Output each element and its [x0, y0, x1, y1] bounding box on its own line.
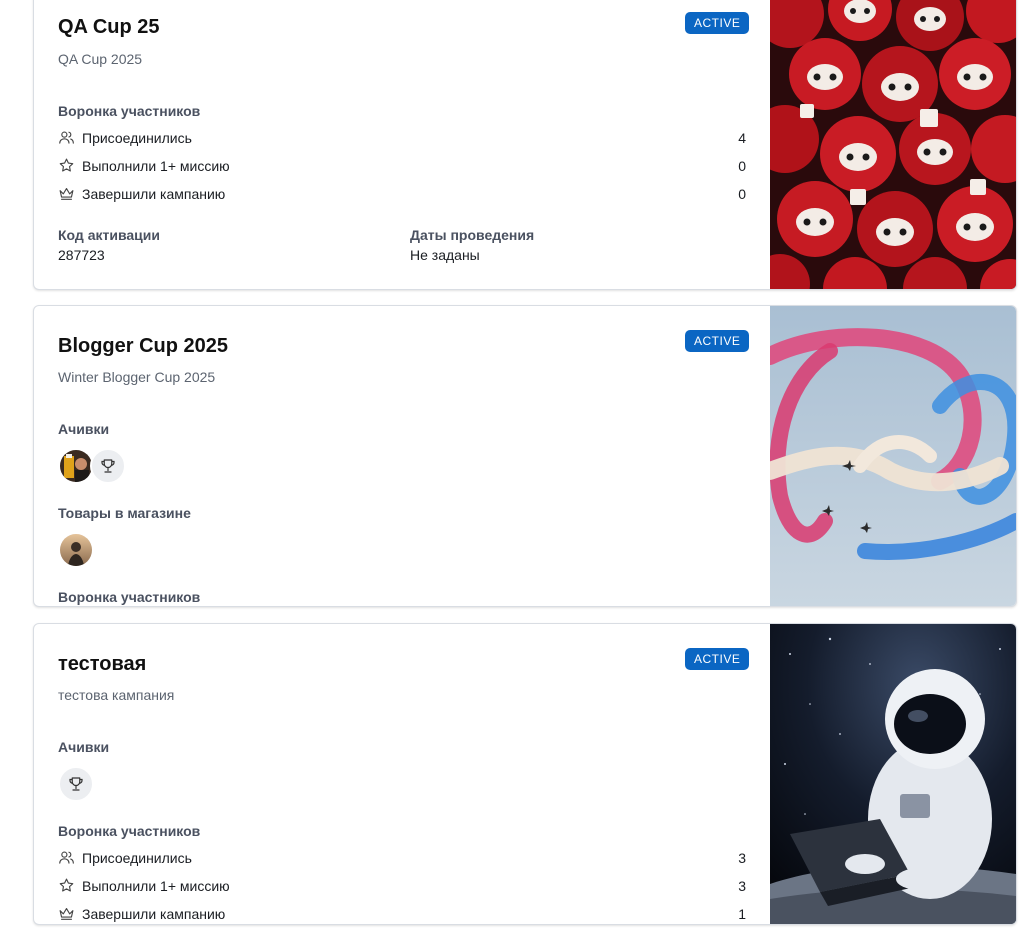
- air-show-smoke-image: [770, 306, 1016, 606]
- campaign-title: Blogger Cup 2025: [58, 335, 229, 357]
- campaign-card-body: QA Cup 25 QA Cup 2025 ACTIVE Воронка уча…: [34, 0, 770, 289]
- funnel-label: Воронка участников: [58, 103, 201, 119]
- achievements-label: Ачивки: [58, 739, 110, 755]
- achievement-avatar[interactable]: [58, 448, 94, 484]
- status-badge: ACTIVE: [685, 12, 750, 34]
- astronaut-laptop-image: [770, 624, 1016, 924]
- funnel-row-value: 0: [738, 186, 746, 202]
- funnel-row-mission: Выполнили 1+ миссию 0: [58, 156, 746, 176]
- campaign-card-body: тестовая тестова кампания ACTIVE Ачивки …: [34, 624, 770, 924]
- funnel-row-label: Присоединились: [82, 130, 192, 146]
- shop-item-avatar[interactable]: [58, 532, 94, 568]
- activation-code-label: Код активации: [58, 227, 160, 243]
- achievement-avatar[interactable]: [90, 448, 126, 484]
- campaign-card[interactable]: QA Cup 25 QA Cup 2025 ACTIVE Воронка уча…: [33, 0, 1017, 290]
- campaign-card-body: Blogger Cup 2025 Winter Blogger Cup 2025…: [34, 306, 770, 606]
- campaign-subtitle: QA Cup 2025: [58, 51, 143, 67]
- crown-icon: [58, 185, 75, 202]
- campaign-title: тестовая: [58, 653, 147, 675]
- achievements-label: Ачивки: [58, 421, 110, 437]
- funnel-row-joined: Присоединились 3: [58, 848, 746, 868]
- status-badge: ACTIVE: [685, 330, 750, 352]
- campaign-card[interactable]: тестовая тестова кампания ACTIVE Ачивки …: [33, 623, 1017, 925]
- funnel-label: Воронка участников: [58, 823, 201, 839]
- star-icon: [58, 157, 75, 174]
- funnel-label: Воронка участников: [58, 589, 201, 605]
- funnel-row-label: Выполнили 1+ миссию: [82, 878, 230, 894]
- trophy-icon: [60, 768, 92, 800]
- activation-code-value: 287723: [58, 247, 105, 263]
- funnel-row-value: 1: [738, 906, 746, 922]
- users-icon: [58, 129, 75, 146]
- funnel-row-value: 3: [738, 878, 746, 894]
- funnel-row-mission: Выполнили 1+ миссию 3: [58, 876, 746, 896]
- shop-items-label: Товары в магазине: [58, 505, 191, 521]
- users-icon: [58, 849, 75, 866]
- status-badge: ACTIVE: [685, 648, 750, 670]
- star-icon: [58, 877, 75, 894]
- dates-value: Не заданы: [410, 247, 480, 263]
- campaign-card[interactable]: Blogger Cup 2025 Winter Blogger Cup 2025…: [33, 305, 1017, 607]
- trophy-icon: [92, 450, 124, 482]
- funnel-row-completed: Завершили кампанию 1: [58, 904, 746, 924]
- funnel-row-value: 4: [738, 130, 746, 146]
- funnel-row-joined: Присоединились 4: [58, 128, 746, 148]
- campaign-subtitle: Winter Blogger Cup 2025: [58, 369, 216, 385]
- funnel-row-label: Завершили кампанию: [82, 186, 226, 202]
- crown-icon: [58, 905, 75, 922]
- funnel-row-value: 0: [738, 158, 746, 174]
- funnel-row-label: Присоединились: [82, 850, 192, 866]
- funnel-row-label: Завершили кампанию: [82, 906, 226, 922]
- funnel-row-label: Выполнили 1+ миссию: [82, 158, 230, 174]
- funnel-row-completed: Завершили кампанию 0: [58, 184, 746, 204]
- daruma-dolls-image: [770, 0, 1016, 289]
- campaign-subtitle: тестова кампания: [58, 687, 175, 703]
- funnel-row-value: 3: [738, 850, 746, 866]
- campaign-title: QA Cup 25: [58, 16, 160, 38]
- dates-label: Даты проведения: [410, 227, 535, 243]
- achievement-avatar[interactable]: [58, 766, 94, 802]
